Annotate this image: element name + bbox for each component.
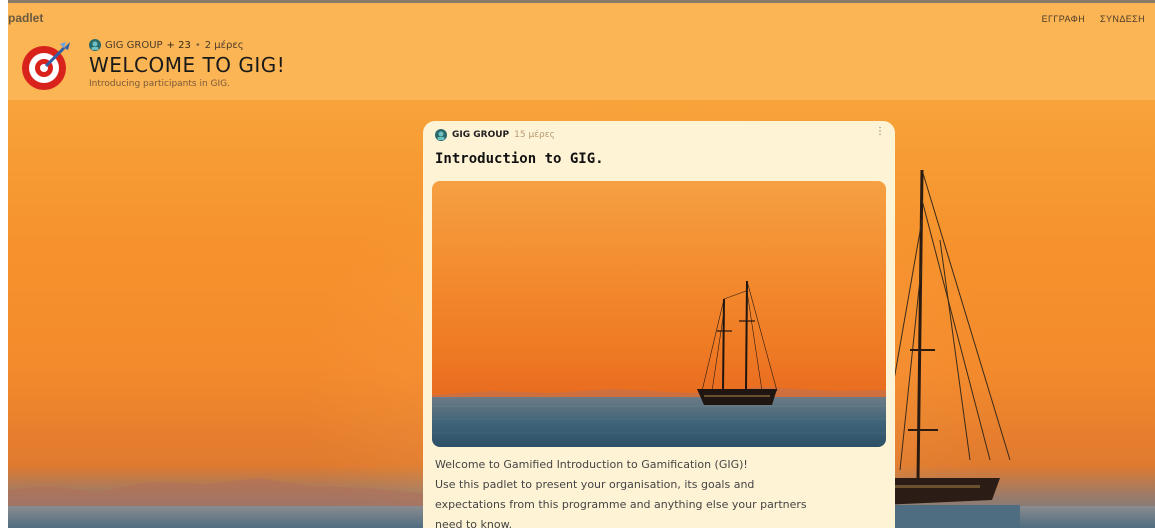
post-age: 15 μέρες bbox=[514, 130, 555, 140]
kebab-menu-icon[interactable]: ⋮ bbox=[875, 127, 885, 137]
background-hills bbox=[8, 478, 428, 508]
post-card[interactable]: GIG GROUP 15 μέρες ⋮ Introduction to GIG… bbox=[423, 121, 895, 528]
board-age: 2 μέρες bbox=[204, 39, 244, 51]
board-meta: GIG GROUP + 23 • 2 μέρες bbox=[89, 39, 244, 51]
post-body-line: Welcome to Gamified Introduction to Gami… bbox=[435, 458, 748, 471]
board-subtitle: Introducing participants in GIG. bbox=[89, 79, 230, 89]
contributors-count[interactable]: + 23 bbox=[167, 40, 191, 51]
left-border bbox=[0, 0, 8, 528]
target-dart-icon bbox=[22, 42, 70, 90]
group-avatar-icon[interactable] bbox=[435, 129, 447, 141]
post-body-line: Use this padlet to present your organisa… bbox=[435, 478, 755, 491]
post-title: Introduction to GIG. bbox=[435, 151, 604, 167]
auth-links: ΕΓΓΡΑΦΗ ΣΥΝΔΕΣΗ bbox=[1030, 14, 1145, 24]
background-ship-image bbox=[880, 169, 1020, 528]
post-body-line: expectations from this programme and any… bbox=[435, 498, 807, 511]
login-link[interactable]: ΣΥΝΔΕΣΗ bbox=[1100, 14, 1145, 24]
top-strip bbox=[8, 0, 1155, 3]
post-author[interactable]: GIG GROUP bbox=[452, 130, 509, 140]
register-link[interactable]: ΕΓΓΡΑΦΗ bbox=[1042, 14, 1085, 24]
meta-separator: • bbox=[194, 39, 201, 51]
padlet-brand[interactable]: padlet bbox=[8, 11, 43, 25]
board-author[interactable]: GIG GROUP bbox=[105, 40, 163, 51]
post-image[interactable] bbox=[432, 181, 886, 447]
post-header: GIG GROUP 15 μέρες bbox=[435, 129, 555, 141]
post-body: Welcome to Gamified Introduction to Gami… bbox=[435, 455, 885, 528]
group-avatar-icon[interactable] bbox=[89, 39, 101, 51]
board-title: WELCOME TO GIG! bbox=[89, 53, 286, 77]
post-body-line: need to know. bbox=[435, 518, 513, 528]
